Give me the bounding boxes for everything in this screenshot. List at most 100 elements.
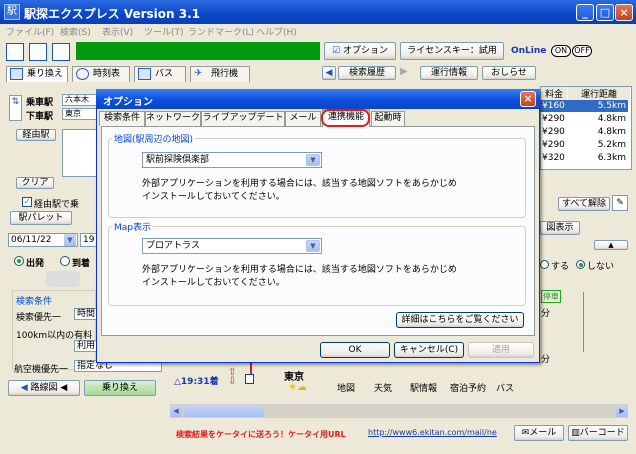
- arrive-radio[interactable]: [60, 256, 70, 266]
- scroll-up-icon[interactable]: ▲: [594, 240, 628, 250]
- depart-radio[interactable]: [14, 256, 24, 266]
- arrive-label: 到着: [72, 259, 91, 269]
- online-off-toggle[interactable]: OFF: [572, 45, 592, 57]
- clear-button[interactable]: クリア: [16, 177, 54, 189]
- tab-airplane[interactable]: ✈ 飛行機: [190, 66, 250, 82]
- col-distance: 運行距離: [568, 87, 630, 100]
- board-station-input[interactable]: 六本木: [62, 94, 98, 106]
- tab-startup[interactable]: 起動時: [371, 111, 405, 126]
- air-priority-label: 航空機優先一: [14, 365, 69, 375]
- notice-button[interactable]: おしらせ: [482, 66, 536, 80]
- menu-tools[interactable]: ツール(T): [144, 25, 184, 38]
- release-all-button[interactable]: すべて解除: [558, 197, 610, 211]
- apply-button[interactable]: 適用: [468, 342, 534, 358]
- via-station-list[interactable]: [62, 129, 98, 177]
- back-arrow-icon[interactable]: ◀: [322, 66, 336, 80]
- menu-landmark[interactable]: ランドマーク(L): [188, 25, 254, 38]
- swap-stations-icon[interactable]: ⇅: [9, 95, 22, 121]
- via-checkbox[interactable]: ✓: [22, 197, 32, 207]
- link-station-info[interactable]: 駅情報: [410, 381, 437, 394]
- dialog-title-bar: [96, 89, 540, 109]
- result-row[interactable]: ¥290 4.8km: [540, 126, 628, 138]
- map-display-select[interactable]: プロアトラス ▼: [142, 238, 322, 254]
- maximize-button[interactable]: □: [596, 4, 614, 21]
- layout-split-icon[interactable]: [29, 43, 47, 61]
- option-button[interactable]: ☑ オプション: [324, 42, 396, 60]
- radio-yes[interactable]: [540, 260, 549, 269]
- alight-label: 下車駅: [26, 112, 54, 122]
- online-on-toggle[interactable]: ON: [551, 45, 571, 57]
- menu-search[interactable]: 検索(S): [60, 25, 91, 38]
- search-history-button[interactable]: 検索履歴: [338, 66, 396, 80]
- cancel-button[interactable]: キャンセル(C): [394, 342, 464, 358]
- via-station-button[interactable]: 経由駅: [16, 129, 56, 141]
- scroll-thumb[interactable]: [184, 405, 264, 417]
- close-button[interactable]: ×: [615, 4, 633, 21]
- tab-search-conditions[interactable]: 検索条件: [99, 111, 145, 126]
- map-group-text-2: インストールしておいてください。: [142, 192, 285, 202]
- minimize-button[interactable]: _: [576, 4, 594, 21]
- priority-select[interactable]: 時間: [74, 308, 98, 320]
- transfer-search-button[interactable]: 乗り換え: [84, 380, 156, 396]
- bookmark-icon[interactable]: ✎: [612, 195, 628, 211]
- tab-timetable[interactable]: 時刻表: [72, 66, 130, 82]
- radio-no[interactable]: [576, 260, 585, 269]
- scroll-left-icon[interactable]: ◀: [170, 405, 182, 417]
- mobile-url-link[interactable]: http://www6.ekitan.com/mail/ne: [368, 428, 512, 437]
- route-map-button[interactable]: ◀ 路線図 ◀: [8, 380, 80, 396]
- airplane-icon: ✈: [194, 68, 203, 79]
- station-palette-button[interactable]: 駅パレット: [10, 211, 72, 225]
- duration-label-2: 分: [541, 355, 551, 365]
- map-display-button[interactable]: 図表示: [540, 221, 580, 235]
- link-map[interactable]: 地図: [337, 381, 355, 394]
- tab-mail[interactable]: メール: [285, 111, 321, 126]
- clock-icon: [76, 68, 89, 80]
- scroll-right-icon[interactable]: ▶: [616, 405, 628, 417]
- menu-file[interactable]: ファイル(F): [6, 25, 54, 38]
- tab-network[interactable]: ネットワーク: [145, 111, 201, 126]
- map-display-text-2: インストールしておいてください。: [142, 278, 285, 288]
- forward-arrow-icon[interactable]: ▶: [400, 66, 408, 77]
- use-select[interactable]: 利用: [74, 340, 98, 352]
- result-row[interactable]: ¥290 4.8km: [540, 113, 628, 125]
- map-software-select[interactable]: 駅前探険倶楽部 ▼: [142, 152, 322, 168]
- barcode-icon: ▥: [571, 428, 580, 438]
- conditions-title: 検索条件: [16, 294, 53, 307]
- map-display-text-1: 外部アプリケーションを利用する場合には、該当する地図ソフトをあらかじめ: [142, 265, 457, 275]
- train-icon: [10, 68, 23, 80]
- depart-label: 出発: [26, 259, 45, 269]
- link-bus[interactable]: バス: [496, 381, 514, 394]
- link-hotel[interactable]: 宿泊予約: [450, 381, 486, 394]
- link-weather[interactable]: 天気: [374, 381, 392, 394]
- tab-bus[interactable]: バス: [134, 66, 186, 82]
- arrival-station: 東京: [284, 372, 304, 383]
- license-key-button[interactable]: ライセンスキー：試用: [400, 42, 504, 60]
- details-button[interactable]: 詳細はこちらをご覧ください: [396, 312, 524, 328]
- app-icon: 駅: [4, 4, 20, 20]
- layout-single-icon[interactable]: [6, 43, 24, 61]
- tab-transfer[interactable]: 乗り換え: [6, 66, 68, 82]
- dialog-title: オプション: [103, 97, 153, 108]
- dialog-close-button[interactable]: ×: [520, 91, 536, 107]
- weather-icon: ☀☁: [288, 382, 307, 393]
- result-row[interactable]: ¥290 5.2km: [540, 139, 628, 151]
- duration-line: [583, 292, 584, 352]
- map-display-group-title: Map表示: [112, 220, 153, 233]
- menu-view[interactable]: 表示(V): [102, 25, 133, 38]
- barcode-button[interactable]: ▥バーコード: [568, 425, 628, 441]
- layout-panel-icon[interactable]: [52, 43, 70, 61]
- priority-label: 検索優先一: [16, 313, 62, 323]
- result-row[interactable]: ¥320 6.3km: [540, 152, 628, 164]
- date-dropdown-icon[interactable]: ▼: [64, 234, 76, 246]
- menu-help[interactable]: ヘルプ(H): [256, 25, 297, 38]
- window-title: 駅探エクスプレス Version 3.1: [24, 7, 200, 21]
- station-marker-icon: [245, 374, 254, 384]
- operation-info-button[interactable]: 運行情報: [420, 66, 478, 80]
- ok-button[interactable]: OK: [320, 342, 390, 358]
- result-row[interactable]: ¥160 5.5km: [540, 100, 628, 112]
- tab-live-update[interactable]: ライブアップデート: [201, 111, 285, 126]
- alight-station-input[interactable]: 東京: [62, 108, 98, 120]
- duration-label-1: 分: [541, 309, 551, 319]
- mail-button[interactable]: ✉メール: [514, 425, 564, 441]
- ad-banner: [76, 42, 320, 60]
